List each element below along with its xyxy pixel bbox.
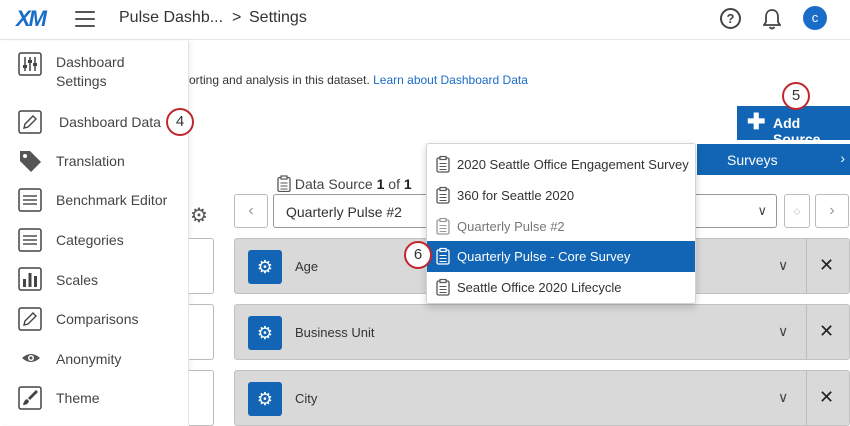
field-label: Age	[295, 259, 319, 274]
brush-icon	[18, 386, 42, 410]
survey-menu-label: Quarterly Pulse #2	[457, 219, 565, 234]
plus-icon: ✚	[747, 109, 766, 134]
close-icon[interactable]: ✕	[819, 321, 834, 342]
chevron-down-icon[interactable]: ∨	[778, 323, 788, 340]
chevron-down-icon: ∨	[757, 203, 767, 218]
sidebar-item-label: Comparisons	[56, 311, 139, 327]
pencil-icon	[18, 110, 42, 134]
sidebar-item-translation[interactable]: Translation	[0, 146, 189, 186]
top-bar: XM Pulse Dashb... > Settings ? c	[0, 0, 850, 40]
breadcrumb-current: Settings	[249, 9, 307, 26]
clipboard-icon	[436, 155, 450, 173]
sidebar-item-label: Benchmark Editor	[56, 192, 168, 208]
settings-sidebar: Dashboard Settings Dashboard Data 4 Tran…	[0, 41, 194, 425]
help-icon[interactable]: ?	[720, 8, 741, 29]
survey-menu-item[interactable]: 360 for Seattle 2020	[427, 180, 695, 211]
survey-menu-label: 2020 Seattle Office Engagement Survey	[457, 157, 689, 172]
dashboard-title[interactable]: Pulse Dashb...	[119, 9, 223, 27]
list-icon	[18, 188, 42, 212]
next-source-button[interactable]: ›	[815, 194, 849, 228]
survey-menu-item: Quarterly Pulse #2	[427, 211, 695, 242]
field-row[interactable]: ⚙ City ∨ ✕	[234, 370, 850, 426]
data-source-of: of	[388, 176, 400, 192]
close-icon[interactable]: ✕	[819, 255, 834, 276]
eye-icon	[20, 347, 44, 371]
sidebar-item-theme[interactable]: Theme	[0, 384, 189, 424]
data-source-header: Data Source 1 of 1	[277, 175, 412, 193]
surveys-label: Surveys	[727, 152, 778, 168]
sidebar-item-scales[interactable]: Scales	[0, 265, 189, 305]
survey-menu-item[interactable]: 2020 Seattle Office Engagement Survey	[427, 149, 695, 180]
field-settings-gear-icon[interactable]: ⚙	[248, 382, 282, 416]
sidebar-item-categories[interactable]: Categories	[0, 225, 189, 265]
sidebar-item-dashboard-data[interactable]: Dashboard Data	[0, 105, 189, 145]
selected-source-value: Quarterly Pulse #2	[286, 204, 402, 220]
step-marker-6: 6	[404, 241, 432, 269]
pencil-icon	[18, 307, 42, 331]
field-settings-gear-icon[interactable]: ⚙	[248, 250, 282, 284]
sidebar-item-label: Scales	[56, 272, 99, 288]
settings-gear-icon[interactable]: ⚙	[190, 203, 208, 228]
divider	[806, 371, 807, 425]
step-marker-5: 5	[782, 82, 810, 110]
data-source-total: 1	[403, 176, 412, 192]
sidebar-item-label: Categories	[56, 232, 124, 248]
left-panel-box	[189, 304, 214, 360]
sidebar-item-benchmark-editor[interactable]: Benchmark Editor	[0, 186, 189, 226]
sidebar-item-label: Translation	[56, 153, 125, 169]
clipboard-icon	[436, 247, 450, 265]
sidebar-item-comparisons[interactable]: Comparisons	[0, 305, 189, 345]
sidebar-item-label: Theme	[56, 390, 100, 406]
clipboard-icon	[436, 217, 450, 235]
sidebar-item-dashboard-settings[interactable]: Dashboard Settings	[0, 49, 189, 93]
survey-menu-label: Seattle Office 2020 Lifecycle	[457, 280, 622, 295]
field-settings-gear-icon[interactable]: ⚙	[248, 316, 282, 350]
xm-logo[interactable]: XM	[16, 6, 47, 32]
avatar[interactable]: c	[803, 6, 827, 30]
field-row[interactable]: ⚙ Business Unit ∨ ✕	[234, 304, 850, 360]
survey-menu-label: Quarterly Pulse - Core Survey	[457, 249, 631, 264]
sidebar-item-label: Dashboard Settings	[56, 54, 125, 89]
field-label: Business Unit	[295, 325, 375, 340]
chevron-right-icon: ›	[840, 150, 845, 166]
survey-menu-label: 360 for Seattle 2020	[457, 188, 575, 203]
clipboard-icon	[436, 186, 450, 204]
surveys-menu-item[interactable]: Surveys ›	[697, 144, 850, 175]
data-source-prefix: Data Source	[294, 176, 373, 192]
survey-menu-item[interactable]: Seattle Office 2020 Lifecycle	[427, 272, 695, 303]
step-marker-4: 4	[166, 108, 194, 136]
hamburger-menu-icon[interactable]	[75, 11, 95, 27]
sidebar-item-anonymity[interactable]: Anonymity	[0, 344, 189, 384]
divider	[806, 239, 807, 293]
description-body: orting and analysis in this dataset.	[189, 73, 370, 87]
add-source-label: Add Source	[773, 115, 821, 147]
add-source-button[interactable]: ✚ Add Source	[737, 106, 850, 147]
chevron-down-icon[interactable]: ∨	[778, 389, 788, 406]
chevron-down-icon[interactable]: ∨	[778, 257, 788, 274]
breadcrumb-separator: >	[232, 9, 242, 26]
divider	[806, 305, 807, 359]
sidebar-item-label: Anonymity	[56, 351, 122, 367]
survey-menu-item-selected[interactable]: Quarterly Pulse - Core Survey	[427, 241, 695, 272]
left-panel-box	[189, 370, 214, 426]
learn-more-link[interactable]: Learn about Dashboard Data	[373, 73, 528, 87]
previous-source-button[interactable]: ‹	[234, 194, 268, 228]
sliders-icon	[18, 52, 42, 76]
description-text: orting and analysis in this dataset. Lea…	[189, 73, 528, 87]
tag-icon	[18, 149, 42, 173]
clipboard-icon	[436, 278, 450, 296]
bar-chart-icon	[18, 267, 42, 291]
clipboard-icon	[277, 175, 295, 193]
reorder-button[interactable]: ◇	[784, 194, 810, 228]
field-label: City	[295, 391, 318, 406]
left-panel-box	[189, 238, 214, 294]
survey-dropdown-menu: 2020 Seattle Office Engagement Survey 36…	[426, 143, 696, 304]
sidebar-item-label: Dashboard Data	[59, 114, 161, 130]
list-icon	[18, 228, 42, 252]
close-icon[interactable]: ✕	[819, 387, 834, 408]
data-source-index: 1	[376, 176, 385, 192]
bell-icon[interactable]	[762, 8, 782, 35]
